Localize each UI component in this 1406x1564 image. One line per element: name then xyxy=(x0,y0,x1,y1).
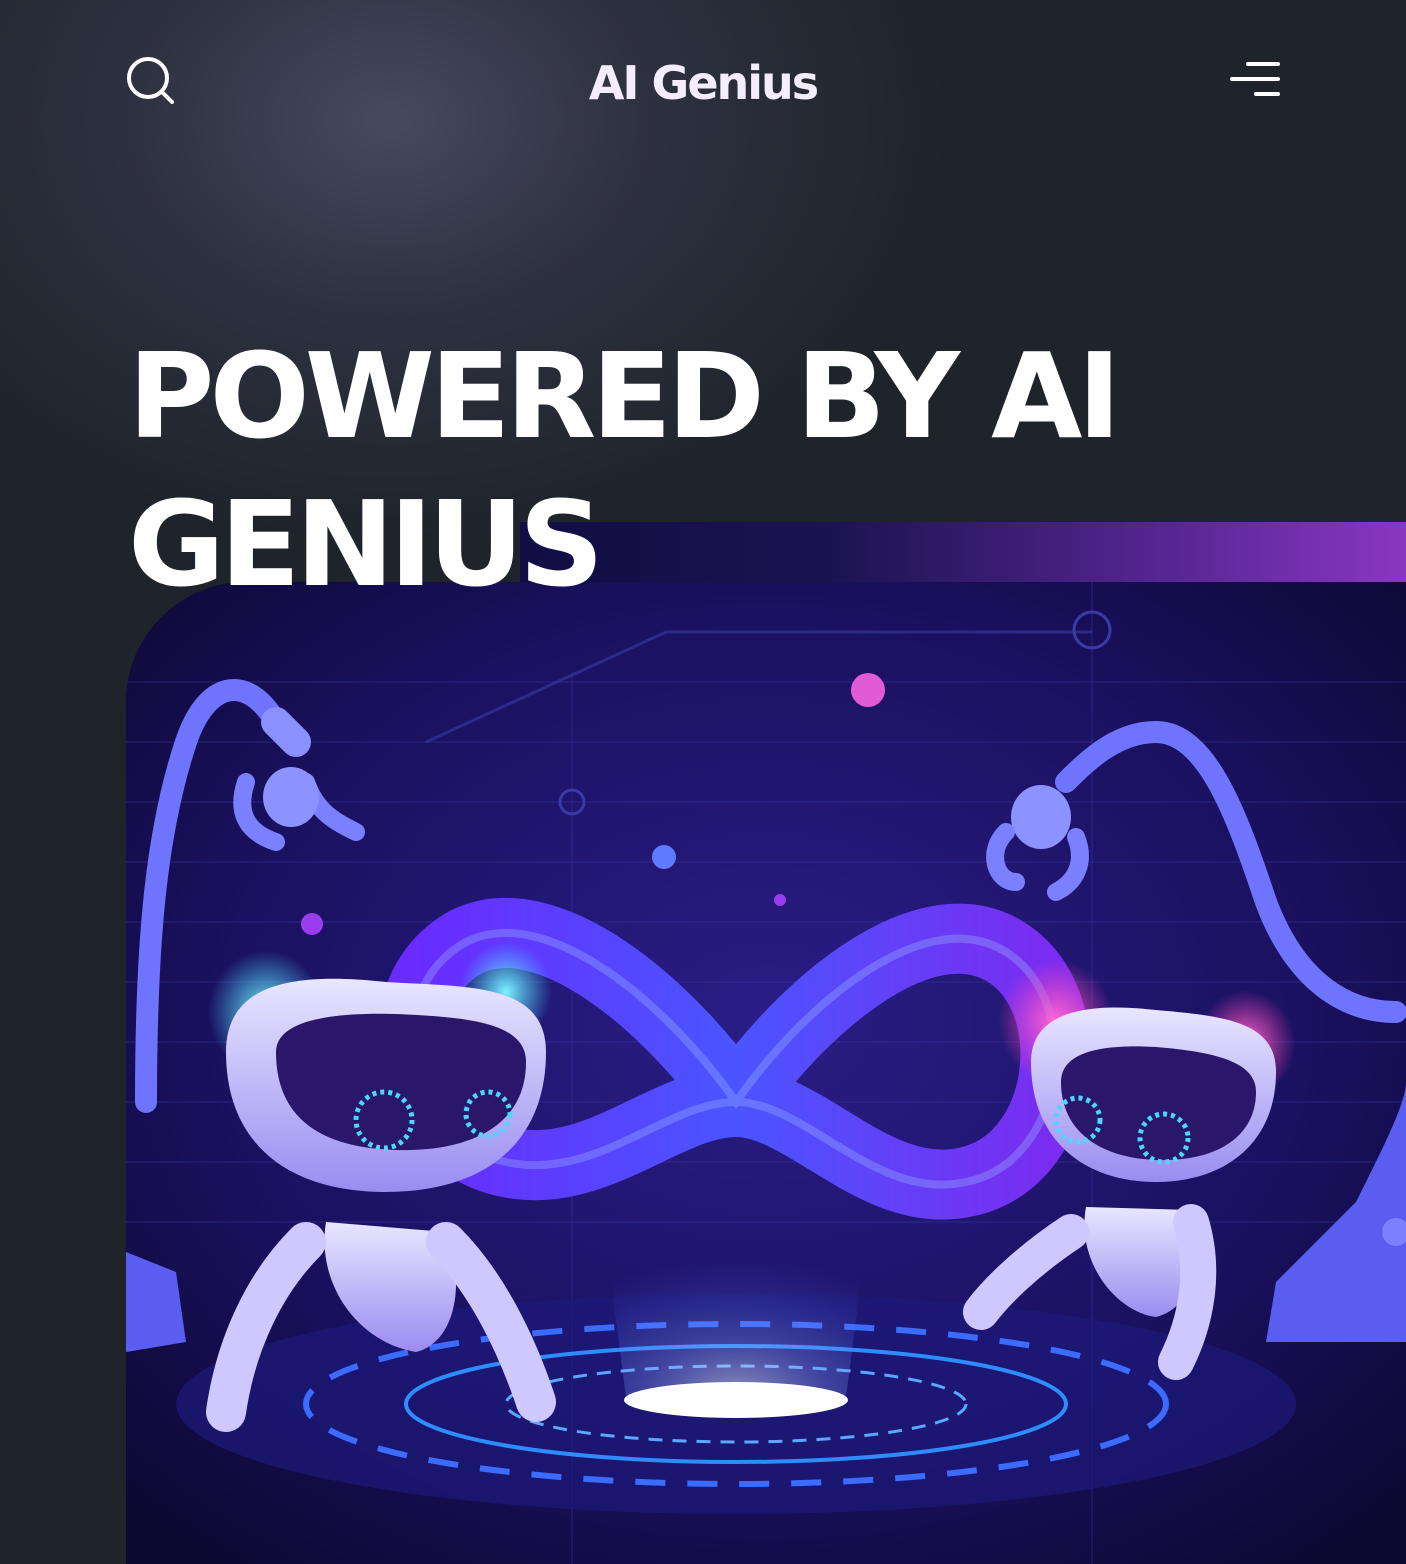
site-logo-title[interactable]: AI Genius xyxy=(0,56,1406,110)
hero-headline-line-1: POWERED BY AI xyxy=(128,327,1121,465)
hero-headline-line-2: GENIUS xyxy=(128,475,604,613)
hero-illustration xyxy=(126,582,1406,1564)
hamburger-menu-icon[interactable] xyxy=(1224,56,1284,102)
hero-headline: POWERED BY AI GENIUS xyxy=(128,322,1121,618)
top-navigation-bar: AI Genius xyxy=(0,0,1406,170)
